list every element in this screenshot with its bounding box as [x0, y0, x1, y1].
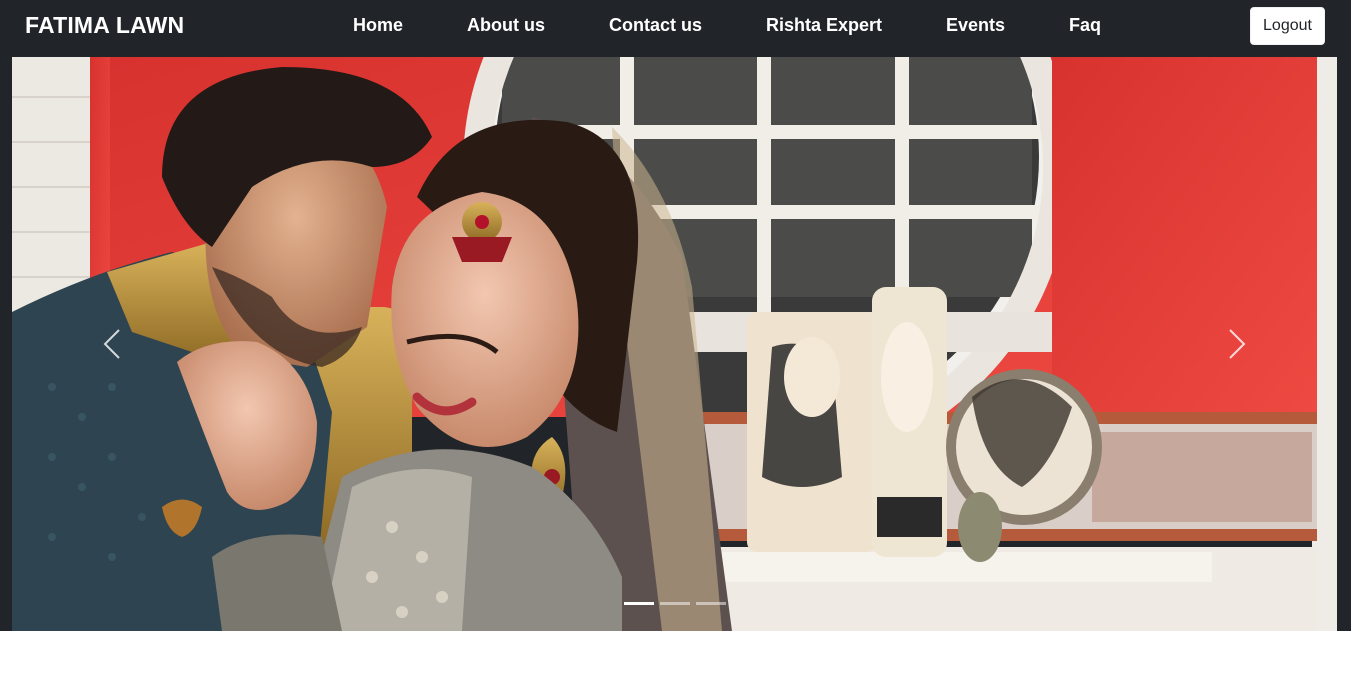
carousel-indicator-2[interactable]	[660, 602, 690, 605]
hero-carousel	[12, 57, 1337, 631]
chevron-left-icon	[103, 329, 120, 359]
carousel-next-control[interactable]	[1177, 57, 1297, 631]
chevron-right-icon	[1229, 329, 1246, 359]
carousel-indicator-3[interactable]	[696, 602, 726, 605]
carousel-prev-control[interactable]	[52, 57, 172, 631]
page-content-area	[0, 631, 1351, 683]
nav-link-events[interactable]: Events	[946, 15, 1005, 36]
nav-link-faq[interactable]: Faq	[1069, 15, 1101, 36]
logout-button[interactable]: Logout	[1250, 7, 1325, 45]
nav-links: Home About us Contact us Rishta Expert E…	[0, 0, 1351, 57]
nav-link-contact-us[interactable]: Contact us	[609, 15, 702, 36]
carousel-indicators	[624, 602, 726, 605]
nav-link-home[interactable]: Home	[353, 15, 403, 36]
carousel-slide-image	[12, 57, 1337, 631]
top-navbar: FATIMA LAWN Home About us Contact us Ris…	[0, 0, 1351, 57]
carousel-indicator-1[interactable]	[624, 602, 654, 605]
nav-link-rishta-expert[interactable]: Rishta Expert	[766, 15, 882, 36]
nav-link-about-us[interactable]: About us	[467, 15, 545, 36]
